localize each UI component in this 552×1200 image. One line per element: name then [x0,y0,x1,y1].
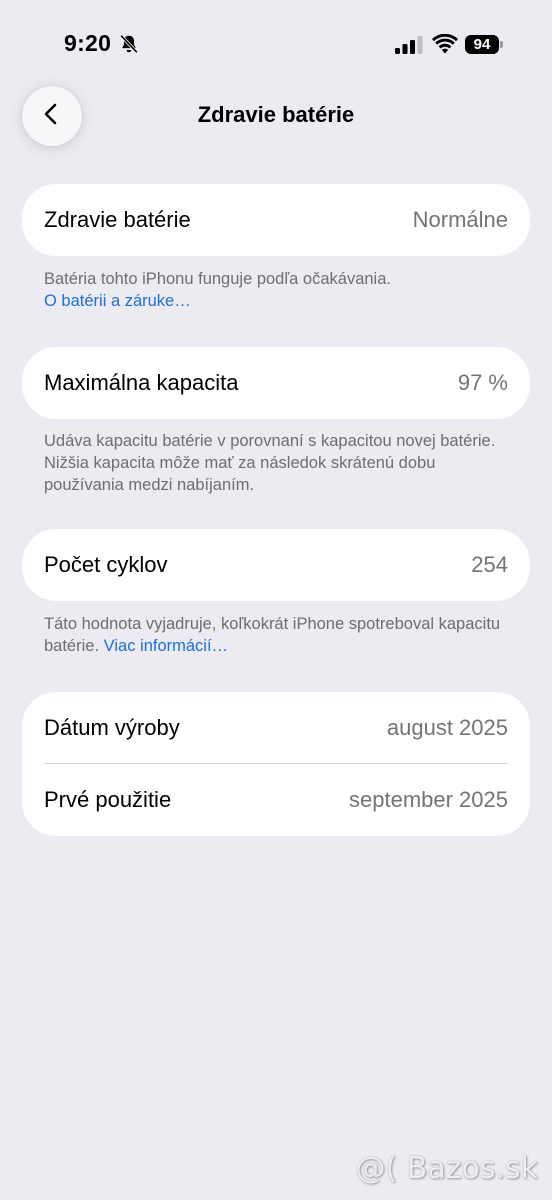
cycle-count-footer: Táto hodnota vyjadruje, koľkokrát iPhone… [44,613,514,657]
more-info-link[interactable]: Viac informácií… [104,637,228,655]
max-capacity-footer: Udáva kapacitu batérie v porovnaní s kap… [44,432,496,494]
dates-card: Dátum výroby august 2025 Prvé použitie s… [22,692,530,836]
battery-health-row: Zdravie batérie Normálne [22,184,530,256]
first-use-label: Prvé použitie [44,787,172,812]
battery-icon: 94 [465,35,499,54]
battery-health-label: Zdravie batérie [44,207,191,232]
cellular-signal-icon [395,36,423,54]
first-use-row: Prvé použitie september 2025 [22,764,530,836]
battery-health-value: Normálne [412,207,508,232]
status-bar: 9:20 94 [0,0,552,90]
battery-tip [500,41,503,48]
manufacture-date-label: Dátum výroby [44,715,180,740]
max-capacity-row: Maximálna kapacita 97 % [22,347,530,419]
battery-health-card: Zdravie batérie Normálne [22,184,530,256]
manufacture-date-value: august 2025 [386,715,508,740]
wifi-icon [432,33,458,54]
max-capacity-card: Maximálna kapacita 97 % [22,347,530,419]
battery-health-footer: Batéria tohto iPhonu funguje podľa očaká… [44,268,514,312]
battery-health-footer-text: Batéria tohto iPhonu funguje podľa očaká… [44,270,391,288]
bell-slash-icon [118,33,140,55]
cycle-count-row: Počet cyklov 254 [22,529,530,601]
page-title: Zdravie batérie [197,102,355,127]
cycle-count-card: Počet cyklov 254 [22,529,530,601]
bazos-watermark: @( Bazos.sk [355,1151,538,1186]
first-use-value: september 2025 [349,787,508,812]
cycle-count-value: 254 [471,552,508,577]
max-capacity-label: Maximálna kapacita [44,370,239,395]
battery-warranty-link[interactable]: O batérii a záruke… [44,290,514,312]
cycle-count-label: Počet cyklov [44,552,168,577]
manufacture-date-row: Dátum výroby august 2025 [22,692,530,764]
max-capacity-value: 97 % [457,370,508,395]
status-time: 9:20 [64,30,112,56]
